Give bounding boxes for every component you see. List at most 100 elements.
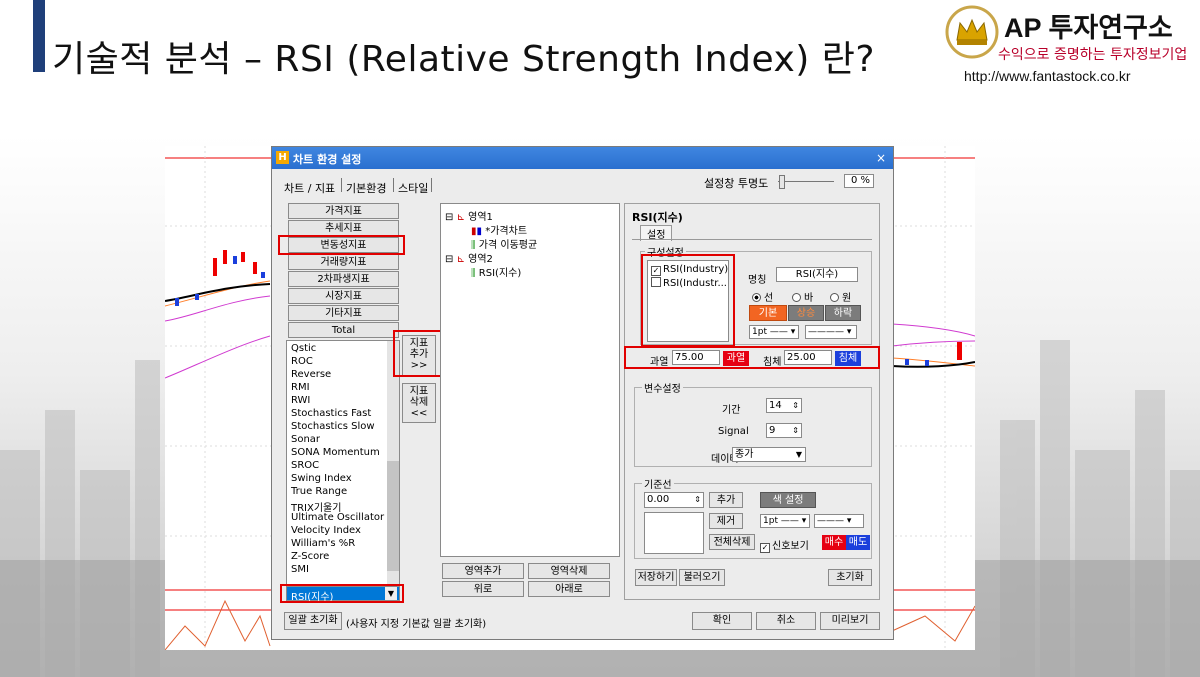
list-item[interactable]: SMI <box>291 564 309 575</box>
signal-input[interactable]: 9 ⇕ <box>766 423 802 438</box>
category-derivative[interactable]: 2차파생지표 <box>288 271 399 287</box>
baseline-color-button[interactable]: 색 설정 <box>760 492 816 508</box>
line-width-select[interactable]: 1pt —— ▾ <box>749 325 799 339</box>
baseline-input[interactable]: 0.00 ⇕ <box>644 492 704 508</box>
signal-view-checkbox[interactable]: ✓ 신호보기 <box>760 537 809 553</box>
bulk-reset-note: (사용자 지정 기본값 일괄 초기화) <box>346 619 487 630</box>
delete-indicator-button[interactable]: 지표 삭제 << <box>402 383 436 423</box>
tab-divider <box>341 178 342 192</box>
delete-label-3: << <box>410 408 428 419</box>
spin-icon[interactable]: ⇕ <box>792 399 799 412</box>
spin-icon[interactable]: ⇕ <box>694 493 701 507</box>
load-button[interactable]: 불러오기 <box>679 569 725 586</box>
list-scrollbar-thumb[interactable] <box>387 461 399 571</box>
area-tree[interactable]: ⊟ ⊾ 영역1 ▮▮ *가격차트 ⫼ 가격 이동평균 ⊟ ⊾ 영역2 ⫼ RSI… <box>440 203 620 557</box>
move-up-button[interactable]: 위로 <box>442 581 524 597</box>
buy-color-button[interactable]: 매수 <box>822 535 846 550</box>
radio-icon[interactable] <box>792 293 801 302</box>
tab-chart-indicator[interactable]: 차트 / 지표 <box>284 180 335 196</box>
list-item[interactable]: True Range <box>291 486 347 497</box>
list-item[interactable]: RWI <box>291 395 310 406</box>
type-radio-bar[interactable]: 바 <box>792 289 813 304</box>
baseline-width-select[interactable]: 1pt —— ▾ <box>760 514 810 528</box>
list-item[interactable]: Stochastics Slow <box>291 421 375 432</box>
area-add-button[interactable]: 영역추가 <box>442 563 524 579</box>
bulk-reset-button[interactable]: 일괄 초기화 <box>284 612 342 630</box>
transparency-slider-handle[interactable] <box>779 175 785 189</box>
cancel-button[interactable]: 취소 <box>756 612 816 630</box>
tree-rsi[interactable]: ⫼ RSI(지수) <box>471 264 521 279</box>
close-icon[interactable]: × <box>876 151 886 165</box>
tree-price-ma[interactable]: ⫼ 가격 이동평균 <box>471 236 537 251</box>
baseline-list[interactable] <box>644 512 704 554</box>
line-style-select[interactable]: ———— ▾ <box>805 325 857 339</box>
category-price[interactable]: 가격지표 <box>288 203 399 219</box>
transparency-slider-track[interactable] <box>778 181 834 182</box>
period-input[interactable]: 14 ⇕ <box>766 398 802 413</box>
list-item[interactable]: Swing Index <box>291 473 352 484</box>
checkbox-icon[interactable]: ✓ <box>760 543 770 553</box>
tab-basic-env[interactable]: 기본환경 <box>346 180 386 196</box>
slide-title: 기술적 분석 – RSI (Relative Strength Index) 란… <box>52 39 876 80</box>
name-label: 명칭 <box>748 275 767 286</box>
type-radio-line[interactable]: 선 <box>752 289 773 304</box>
delete-label-2: 삭제 <box>409 397 429 408</box>
move-down-button[interactable]: 아래로 <box>528 581 610 597</box>
baseline-label: 기준선 <box>642 476 674 491</box>
tree-area2[interactable]: ⊟ ⊾ 영역2 <box>445 250 493 265</box>
tab-underline <box>632 239 872 240</box>
sell-color-button[interactable]: 매도 <box>846 535 870 550</box>
spin-icon[interactable]: ⇕ <box>792 424 799 437</box>
color-tab-basic[interactable]: 기본 <box>749 305 787 321</box>
list-item[interactable]: Velocity Index <box>291 525 361 536</box>
color-tab-fall[interactable]: 하락 <box>825 305 861 321</box>
category-market[interactable]: 시장지표 <box>288 288 399 304</box>
chart-settings-dialog: H 차트 환경 설정 × 차트 / 지표 기본환경 스타일 설정창 투명도 0 … <box>271 146 894 640</box>
baseline-clear-button[interactable]: 전체삭제 <box>709 534 755 550</box>
list-item[interactable]: Sonar <box>291 434 320 445</box>
name-input[interactable]: RSI(지수) <box>776 267 858 282</box>
chevron-down-icon[interactable]: ▼ <box>796 448 802 461</box>
list-item[interactable]: Stochastics Fast <box>291 408 371 419</box>
baseline-style-select[interactable]: ——— ▾ <box>814 514 864 528</box>
color-tab-rise[interactable]: 상승 <box>788 305 824 321</box>
indicator-list[interactable]: Qstic ROC Reverse RMI RWI Stochastics Fa… <box>286 340 400 585</box>
title-accent-bar <box>33 0 45 72</box>
baseline-add-button[interactable]: 추가 <box>709 492 743 508</box>
category-volume[interactable]: 거래량지표 <box>288 254 399 270</box>
baseline-remove-button[interactable]: 제거 <box>709 513 743 529</box>
list-item[interactable]: Qstic <box>291 343 316 354</box>
category-trend[interactable]: 추세지표 <box>288 220 399 236</box>
list-item[interactable]: SONA Momentum <box>291 447 380 458</box>
app-icon: H <box>276 151 289 164</box>
tab-divider <box>431 178 432 192</box>
radio-icon[interactable] <box>830 293 839 302</box>
list-item[interactable]: Ultimate Oscillator <box>291 512 384 523</box>
ok-button[interactable]: 확인 <box>692 612 752 630</box>
period-label: 기간 <box>722 405 741 416</box>
list-item[interactable]: Reverse <box>291 369 331 380</box>
list-item[interactable]: Z-Score <box>291 551 329 562</box>
list-item[interactable]: RMI <box>291 382 310 393</box>
radio-icon[interactable] <box>752 293 761 302</box>
save-button[interactable]: 저장하기 <box>635 569 677 586</box>
area-delete-button[interactable]: 영역삭제 <box>528 563 610 579</box>
list-item[interactable]: ROC <box>291 356 313 367</box>
tab-style[interactable]: 스타일 <box>398 180 428 196</box>
transparency-value[interactable]: 0 % <box>844 174 874 188</box>
list-item[interactable]: William's %R <box>291 538 355 549</box>
type-radio-circle[interactable]: 원 <box>830 289 851 304</box>
preview-button[interactable]: 미리보기 <box>820 612 880 630</box>
tree-price-chart[interactable]: ▮▮ *가격차트 <box>471 222 527 237</box>
crown-icon <box>945 5 999 59</box>
brand-name: AP 투자연구소 <box>1004 13 1173 43</box>
list-item[interactable]: SROC <box>291 460 319 471</box>
highlight-composition <box>641 254 735 347</box>
reset-button[interactable]: 초기화 <box>828 569 872 586</box>
category-total[interactable]: Total <box>288 322 399 338</box>
tree-area1[interactable]: ⊟ ⊾ 영역1 <box>445 208 493 223</box>
variable-label: 변수설정 <box>642 380 683 395</box>
brand-tagline: 수익으로 증명하는 투자정보기업 <box>998 47 1188 63</box>
data-select[interactable]: 종가 ▼ <box>732 447 806 462</box>
category-other[interactable]: 기타지표 <box>288 305 399 321</box>
